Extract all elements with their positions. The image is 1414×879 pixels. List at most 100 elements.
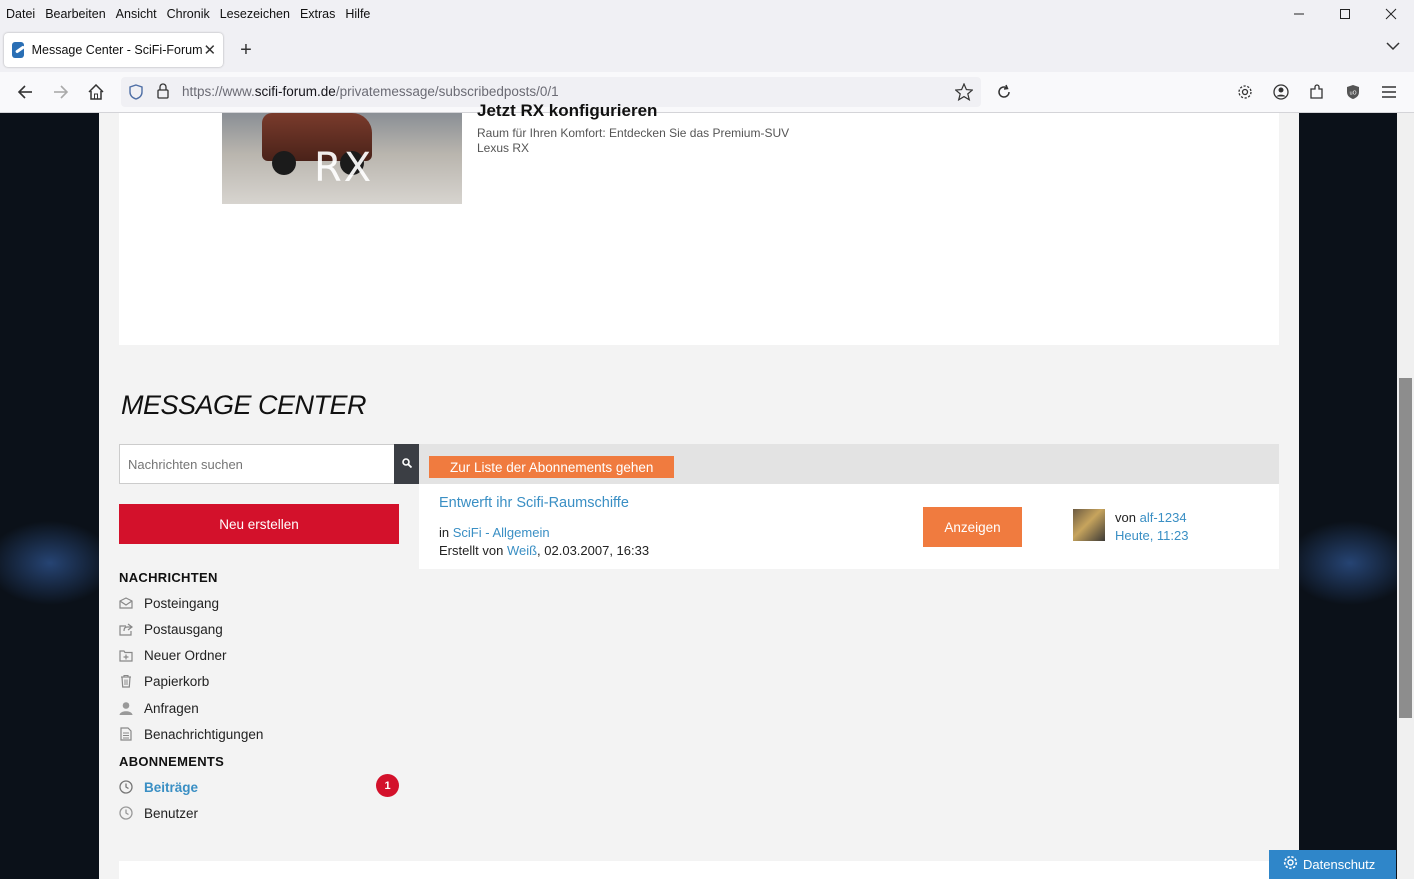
ad-wheel-front	[272, 151, 296, 175]
sidebar-item-anfragen[interactable]: Anfragen	[119, 698, 199, 718]
post-created-line: Erstellt von Weiß, 02.03.2007, 16:33	[439, 543, 649, 558]
menu-chronik[interactable]: Chronik	[167, 7, 210, 21]
footer-panel	[119, 861, 1279, 879]
document-icon	[119, 727, 133, 741]
sidebar-item-posteingang[interactable]: Posteingang	[119, 593, 219, 613]
lock-icon[interactable]	[157, 83, 169, 102]
post-forum-line: in SciFi - Allgemein	[439, 525, 550, 540]
site-favicon-icon	[12, 42, 24, 58]
content-area: RX Jetzt RX konfigurieren Raum für Ihren…	[99, 101, 1299, 879]
close-window-icon[interactable]	[1368, 0, 1414, 28]
reload-icon[interactable]	[992, 80, 1016, 104]
navigation-bar: https://www.scifi-forum.de/privatemessag…	[0, 72, 1414, 113]
bookmark-star-icon[interactable]	[954, 82, 974, 104]
tab-close-icon[interactable]: ✕	[202, 41, 217, 59]
sidebar-item-papierkorb[interactable]: Papierkorb	[119, 671, 209, 691]
tab-list-chevron-icon[interactable]	[1386, 38, 1400, 54]
ad-text-line2: Lexus RX	[477, 141, 530, 155]
app-menu-icon[interactable]	[1377, 80, 1401, 104]
ublock-shield-icon[interactable]: uO	[1341, 80, 1365, 104]
forward-icon[interactable]	[49, 80, 73, 104]
new-message-button[interactable]: Neu erstellen	[119, 504, 399, 544]
author-link[interactable]: Weiß	[507, 543, 537, 558]
outbox-icon	[119, 622, 133, 636]
gear-icon	[1283, 855, 1298, 874]
new-folder-icon	[119, 648, 133, 662]
forum-link[interactable]: SciFi - Allgemein	[453, 525, 550, 540]
von-label: von	[1115, 510, 1136, 525]
sidebar-item-label: Anfragen	[144, 700, 199, 716]
search-input[interactable]	[120, 445, 395, 483]
list-item: Entwerft ihr Scifi-Raumschiffe in SciFi …	[419, 484, 1279, 569]
section-abonnements: ABONNEMENTS	[119, 754, 225, 769]
back-icon[interactable]	[13, 80, 37, 104]
tracking-shield-icon[interactable]	[129, 84, 143, 103]
sidebar-item-label: Neuer Ordner	[144, 647, 227, 663]
ad-image-rx-label: RX	[314, 145, 374, 191]
minimize-icon[interactable]	[1276, 0, 1322, 28]
menu-bearbeiten[interactable]: Bearbeiten	[45, 7, 105, 21]
page-scrollbar[interactable]	[1397, 113, 1414, 879]
menu-ansicht[interactable]: Ansicht	[116, 7, 157, 21]
post-title-link[interactable]: Entwerft ihr Scifi-Raumschiffe	[439, 495, 629, 511]
svg-text:uO: uO	[1349, 91, 1356, 97]
menu-datei[interactable]: Datei	[6, 7, 35, 21]
tab-message-center[interactable]: Message Center - SciFi-Forum ✕	[4, 33, 223, 67]
sidebar-item-beitraege[interactable]: Beiträge	[119, 777, 198, 797]
tab-bar: Message Center - SciFi-Forum ✕ +	[0, 28, 1414, 72]
menu-extras[interactable]: Extras	[300, 7, 335, 21]
sidebar-item-label: Papierkorb	[144, 673, 210, 689]
sidebar-item-label: Posteingang	[144, 595, 220, 611]
advertisement: RX Jetzt RX konfigurieren Raum für Ihren…	[119, 101, 1279, 345]
message-search	[119, 444, 419, 484]
sidebar-item-label: Benutzer	[144, 805, 199, 821]
menu-hilfe[interactable]: Hilfe	[345, 7, 370, 21]
last-post-time-link[interactable]: Heute, 11:23	[1115, 528, 1188, 543]
created-label: Erstellt von	[439, 543, 504, 558]
user-icon	[119, 701, 133, 715]
url-text[interactable]: https://www.scifi-forum.de/privatemessag…	[182, 84, 559, 99]
last-post-user-line: von alf-1234	[1115, 510, 1187, 525]
sidebar-item-label: Benachrichtigungen	[144, 726, 264, 742]
menu-lesezeichen[interactable]: Lesezeichen	[220, 7, 290, 21]
ad-text-line1: Raum für Ihren Komfort: Entdecken Sie da…	[477, 126, 790, 140]
in-label: in	[439, 525, 450, 540]
extensions-icon[interactable]	[1305, 80, 1329, 104]
clock-icon	[119, 806, 133, 820]
show-post-button[interactable]: Anzeigen	[923, 507, 1022, 547]
home-icon[interactable]	[84, 80, 108, 104]
tab-title: Message Center - SciFi-Forum	[31, 43, 203, 57]
last-user-link[interactable]: alf-1234	[1140, 510, 1187, 525]
created-date: , 02.03.2007, 16:33	[537, 543, 650, 558]
new-tab-icon[interactable]: +	[234, 36, 258, 64]
page-title: MESSAGE CENTER	[121, 390, 367, 420]
sidebar-item-label: Postausgang	[144, 621, 223, 637]
sidebar-item-benutzer[interactable]: Benutzer	[119, 803, 198, 823]
search-icon	[401, 457, 412, 471]
ad-text: Raum für Ihren Komfort: Entdecken Sie da…	[477, 126, 817, 156]
privacy-label: Datenschutz	[1303, 857, 1376, 872]
sidebar-item-benachrichtigungen[interactable]: Benachrichtigungen	[119, 724, 263, 744]
subscriptions-header: Zur Liste der Abonnements gehen	[419, 444, 1279, 484]
clock-icon	[119, 780, 133, 794]
window-controls	[1276, 0, 1414, 28]
section-nachrichten: NACHRICHTEN	[119, 570, 218, 585]
search-button[interactable]	[394, 444, 419, 484]
account-icon[interactable]	[1269, 80, 1293, 104]
ad-headline[interactable]: Jetzt RX konfigurieren	[477, 101, 657, 121]
goto-subscriptions-button[interactable]: Zur Liste der Abonnements gehen	[429, 456, 675, 478]
menu-bar: Datei Bearbeiten Ansicht Chronik Lesezei…	[0, 0, 1414, 28]
ad-image[interactable]: RX	[222, 113, 462, 204]
maximize-icon[interactable]	[1322, 0, 1368, 28]
settings-gear-icon[interactable]	[1233, 80, 1257, 104]
trash-icon	[119, 674, 133, 688]
menu-items: Datei Bearbeiten Ansicht Chronik Lesezei…	[0, 7, 380, 21]
scrollbar-thumb[interactable]	[1399, 378, 1412, 718]
sidebar-item-label: Beiträge	[144, 779, 199, 795]
privacy-settings-button[interactable]: Datenschutz	[1269, 850, 1396, 879]
sidebar-item-neuer-ordner[interactable]: Neuer Ordner	[119, 645, 227, 665]
avatar[interactable]	[1073, 509, 1105, 541]
sidebar-item-postausgang[interactable]: Postausgang	[119, 619, 223, 639]
inbox-icon	[119, 596, 133, 610]
unread-count-badge: 1	[376, 774, 399, 797]
